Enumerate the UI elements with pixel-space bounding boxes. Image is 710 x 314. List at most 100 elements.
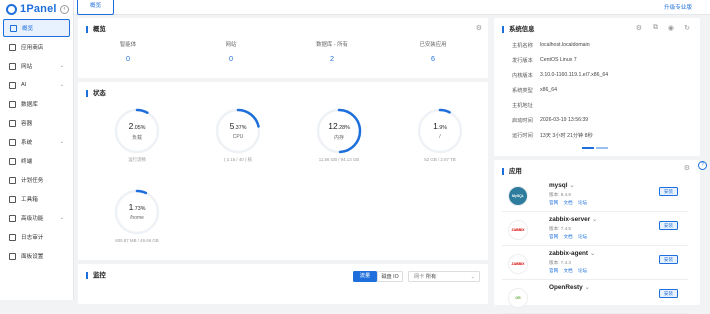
install-button[interactable]: 安装 (659, 289, 678, 298)
sysinfo-value[interactable]: CentOS Linux 7 (540, 57, 577, 63)
sidebar-item[interactable]: 应用商店 (3, 38, 70, 56)
status-gauge[interactable]: 1.9% / 52 GB / 2.67 TB (395, 108, 485, 162)
app-name[interactable]: zabbix-agent ⌄ (549, 249, 595, 257)
app-logo-icon: OR (508, 288, 528, 308)
sidebar-item-label: 系统 (21, 140, 33, 146)
sysinfo-value[interactable]: 3.10.0-1160.119.1.el7.x86_64 (540, 72, 608, 78)
status-gauge[interactable]: 2.05% 负载 运行流畅 (92, 108, 182, 163)
stat-agents[interactable]: 智能体 0 (83, 40, 173, 63)
apps-card: 应用 ⚙ MySQL mysql ⌄ 版本: 8.4.8 官网 文档 论坛 安装 ZABB… (494, 160, 700, 314)
sidebar-item[interactable]: 概览 (3, 19, 70, 37)
sidebar-item[interactable]: 数据库 (3, 95, 70, 113)
app-item[interactable]: ZABBIX zabbix-agent ⌄ 版本: 7.4.3 官网 文档 论坛 安装 (502, 248, 688, 280)
sysinfo-row: 主机地址 (512, 102, 539, 112)
menu-icon (9, 157, 16, 165)
sidebar-item[interactable]: 系统 ⌄ (3, 133, 70, 151)
sysinfo-value[interactable]: x86_64 (540, 87, 557, 93)
refresh-icon[interactable]: ↻ (684, 24, 690, 32)
app-version: 版本: 7.4.3 (549, 260, 571, 265)
status-card: 状态 2.05% 负载 运行流畅 5.37% CPU ( 2.15 / 40 ) 核 12.… (78, 82, 488, 260)
app-item[interactable]: OR OpenResty ⌄ 安装 (502, 282, 688, 314)
status-gauge[interactable]: 1.73% /home 805.87 MB / 46.66 GB (92, 189, 182, 243)
sidebar-item[interactable]: 日志审计 (3, 228, 70, 246)
app-links[interactable]: 官网 文档 论坛 (549, 268, 587, 274)
sysinfo-value[interactable]: 2026-03-19 13:56:39 (540, 117, 588, 123)
sidebar-item[interactable]: 终端 (3, 152, 70, 170)
sidebar-item[interactable]: 面板设置 (3, 247, 70, 265)
menu-icon (9, 138, 16, 146)
sidebar-item[interactable]: 容器 (3, 114, 70, 132)
sysinfo-row: 内核版本 3.10.0-1160.119.1.el7.x86_64 (512, 72, 608, 82)
sysinfo-row: 启动时间 2026-03-19 13:56:39 (512, 117, 588, 127)
pager-dot[interactable] (596, 147, 608, 149)
app-links[interactable]: 官网 文档 论坛 (549, 200, 587, 206)
sysinfo-key: 主机地址 (512, 103, 533, 109)
overview-card: 概览 ⚙ 智能体 0 网站 0 数据库 - 所有 2 已安装应用 6 (78, 18, 488, 78)
install-button[interactable]: 安装 (659, 187, 678, 196)
traffic-button[interactable]: 流量 (353, 271, 377, 282)
sidebar-item[interactable]: 计划任务 (3, 171, 70, 189)
sysinfo-key: 内核版本 (512, 73, 533, 79)
gear-icon[interactable]: ⚙ (684, 164, 690, 172)
sidebar-item-label: 日志审计 (21, 235, 44, 241)
stat-label: 智能体 (119, 42, 137, 48)
chevron-down-icon: ⌄ (592, 216, 598, 223)
status-gauge[interactable]: 5.37% CPU ( 2.15 / 40 ) 核 (193, 108, 283, 163)
gauge-label: 内存 (333, 135, 344, 141)
pager-dot[interactable] (582, 147, 594, 149)
app-name[interactable]: OpenResty ⌄ (549, 283, 590, 291)
apps-title: 应用 (502, 168, 522, 175)
sidebar-item-label: 面板设置 (21, 254, 44, 260)
gauge-detail: 52 GB / 2.67 TB (424, 157, 456, 162)
gauge-percent: 2.05% (128, 121, 146, 131)
gauge-chart (114, 189, 160, 235)
sidebar-item[interactable]: 网站 ⌄ (3, 57, 70, 75)
sidebar-item-label: 数据库 (21, 102, 38, 108)
stat-websites[interactable]: 网站 0 (186, 40, 276, 63)
sidebar-item[interactable]: 高级功能 ⌄ (3, 209, 70, 227)
copy-icon[interactable]: ⧉ (653, 24, 658, 32)
app-item[interactable]: MySQL mysql ⌄ 版本: 8.4.8 官网 文档 论坛 安装 (502, 180, 688, 212)
stat-label: 数据库 - 所有 (316, 42, 348, 48)
sidebar-item-label: 应用商店 (21, 45, 44, 51)
sidebar-item[interactable]: 工具箱 (3, 190, 70, 208)
sidebar-item-label: 工具箱 (21, 197, 38, 203)
app-links[interactable]: 官网 文档 论坛 (549, 234, 587, 240)
gear-icon[interactable]: ⚙ (476, 24, 482, 32)
tab-overview[interactable]: 概览 (77, 0, 115, 15)
app-item[interactable]: ZABBIX zabbix-server ⌄ 版本: 7.4.5 官网 文档 论坛 安装 (502, 214, 688, 246)
nic-select[interactable]: 网卡 所有 ⌄ (408, 271, 480, 282)
status-gauge[interactable]: 12.28% 内存 11.56 GB / 94.13 GB (294, 108, 384, 162)
app-name[interactable]: zabbix-server ⌄ (549, 215, 597, 223)
sidebar-item-label: 容器 (21, 121, 33, 127)
chevron-down-icon: ⌄ (59, 63, 64, 69)
stat-databases[interactable]: 数据库 - 所有 2 (287, 40, 377, 63)
upgrade-link[interactable]: 升级专业版 (664, 3, 692, 11)
sysinfo-key: 发行版本 (512, 58, 533, 64)
stat-value: 6 (431, 54, 435, 63)
sysinfo-value[interactable]: localhost.localdomain (540, 42, 590, 48)
sidebar-item-label: 网站 (21, 64, 33, 70)
gear-icon[interactable]: ⚙ (636, 24, 642, 32)
gauge-label: 负载 (131, 135, 142, 141)
sysinfo-key: 主机名称 (512, 43, 533, 49)
stat-installed-apps[interactable]: 已安装应用 6 (388, 40, 478, 63)
gauge-ring: 1.9% / (417, 108, 463, 154)
sysinfo-value[interactable]: 13天 3小时 21分钟 8秒 (540, 132, 593, 139)
logo[interactable]: 1Panel ‹ (0, 0, 73, 18)
chevron-down-icon: ⌄ (59, 215, 64, 221)
eye-icon[interactable]: ◉ (668, 24, 674, 32)
help-float-icon[interactable]: ? (698, 161, 707, 170)
stat-value: 2 (330, 54, 334, 63)
gauge-chart (114, 108, 160, 154)
install-button[interactable]: 安装 (659, 221, 678, 230)
app-name[interactable]: mysql ⌄ (549, 181, 575, 189)
disk-io-button[interactable]: 磁盘 IO (377, 271, 403, 282)
logo-icon (6, 3, 17, 15)
collapse-icon[interactable]: ‹ (60, 4, 69, 14)
app-logo-icon: ZABBIX (508, 254, 528, 274)
install-button[interactable]: 安装 (659, 255, 678, 264)
menu-icon (9, 214, 16, 222)
sidebar-item[interactable]: AI ⌄ (3, 76, 70, 94)
gauge-percent: 1.73% (128, 202, 146, 212)
